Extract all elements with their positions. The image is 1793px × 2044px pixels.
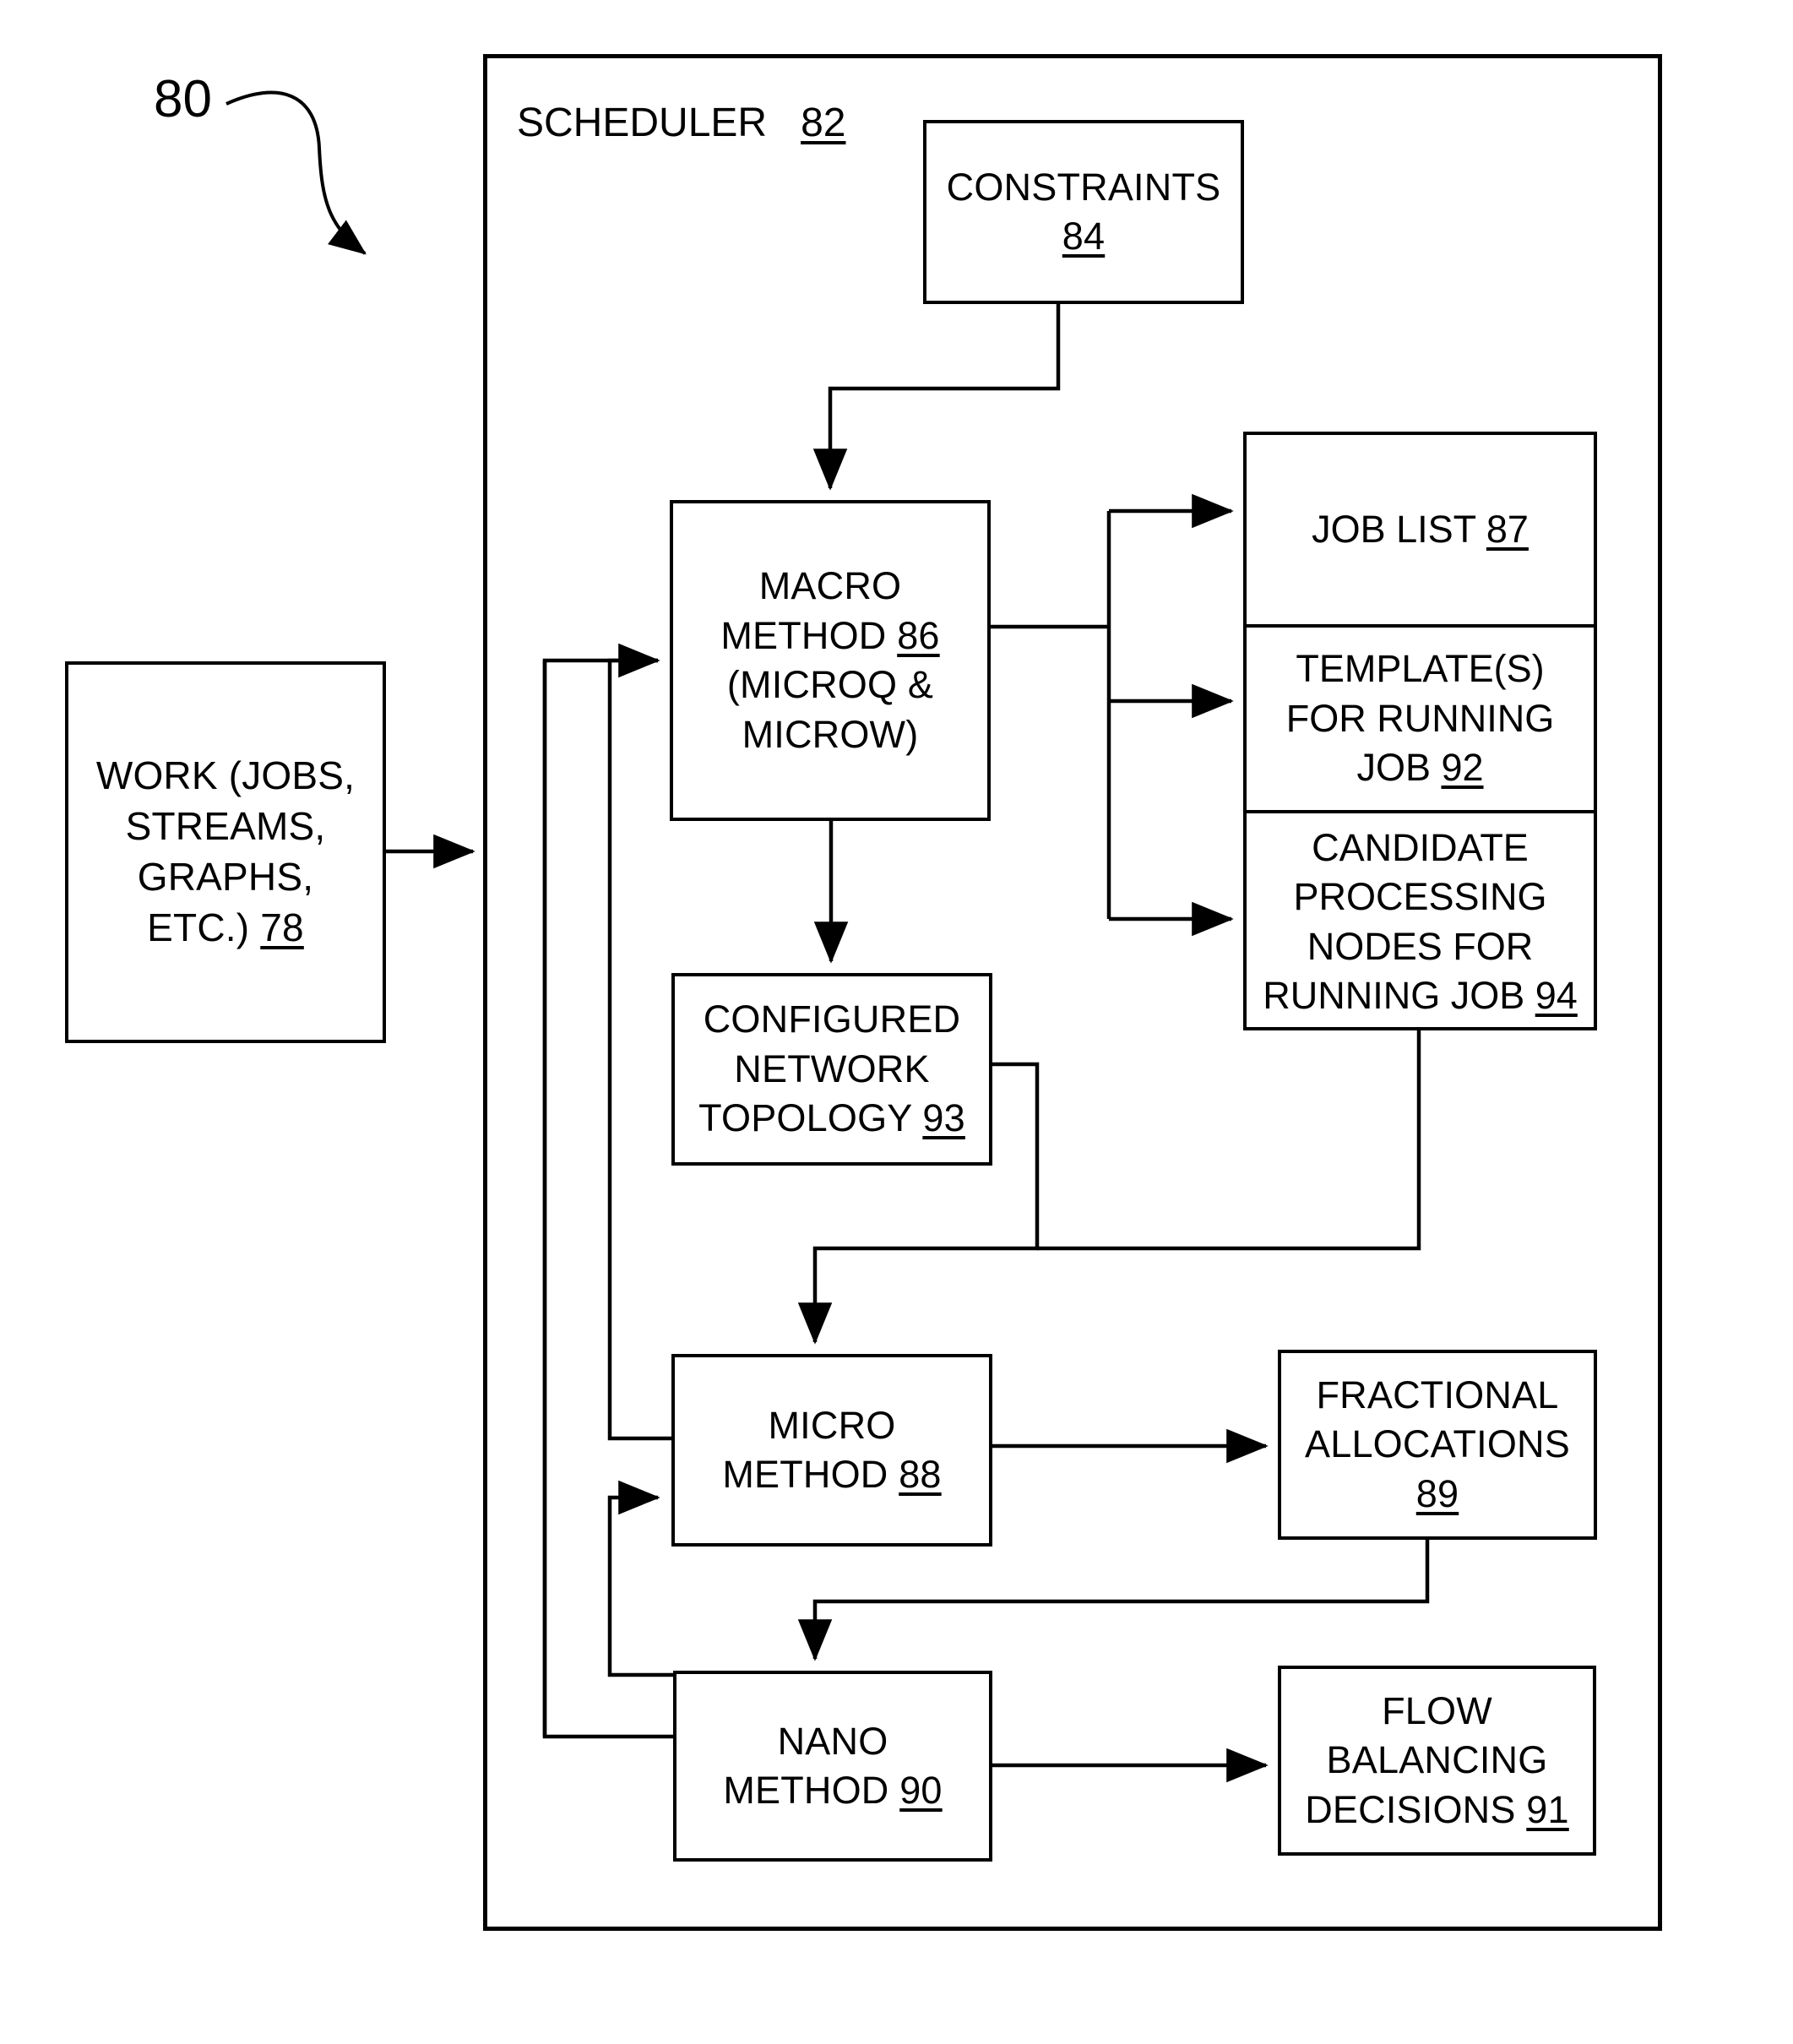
templates-line-3: JOB (1356, 746, 1442, 790)
work-line-3: GRAPHS, (137, 855, 314, 899)
joblist-ref: 87 (1486, 507, 1529, 551)
work-line-4: ETC.) (147, 905, 261, 949)
fractional-ref: 89 (1415, 1471, 1459, 1515)
joblist-line-1: JOB LIST (1312, 507, 1486, 551)
flow-ref: 91 (1526, 1787, 1569, 1831)
candidate-line-2: PROCESSING (1293, 875, 1547, 918)
topology-line-2: NETWORK (734, 1046, 930, 1090)
micro-method-box-text: MICRO METHOD 88 (717, 1401, 946, 1500)
topology-line-3: TOPOLOGY (698, 1096, 923, 1140)
nano-method-box-text: NANO METHOD 90 (718, 1717, 947, 1816)
constraints-box-text: CONSTRAINTS 84 (942, 163, 1226, 262)
nano-method-box: NANO METHOD 90 (673, 1671, 992, 1862)
macro-method-box: MACRO METHOD 86 (MICROQ & MICROW) (670, 500, 991, 821)
macro-outputs-stack: JOB LIST 87 TEMPLATE(S) FOR RUNNING JOB … (1243, 432, 1597, 1030)
configured-network-topology-box-text: CONFIGURED NETWORK TOPOLOGY 93 (693, 995, 970, 1144)
nano-line-1: NANO (777, 1719, 888, 1763)
job-list-cell: JOB LIST 87 (1247, 435, 1594, 624)
candidate-nodes-cell: CANDIDATE PROCESSING NODES FOR RUNNING J… (1247, 810, 1594, 1030)
candidate-nodes-text: CANDIDATE PROCESSING NODES FOR RUNNING J… (1256, 824, 1584, 1021)
micro-method-box: MICRO METHOD 88 (671, 1354, 992, 1547)
work-box-text: WORK (JOBS, STREAMS, GRAPHS, ETC.) 78 (91, 751, 360, 953)
fractional-line-1: FRACTIONAL (1316, 1373, 1559, 1416)
candidate-ref: 94 (1535, 974, 1578, 1017)
micro-line-1: MICRO (768, 1403, 896, 1447)
templates-ref: 92 (1441, 746, 1484, 790)
macro-line-2: METHOD (720, 613, 898, 657)
macro-line-3: (MICROQ & (726, 663, 934, 706)
topology-line-1: CONFIGURED (703, 998, 961, 1041)
candidate-line-4: RUNNING JOB (1263, 974, 1535, 1017)
templates-line-1: TEMPLATE(S) (1296, 647, 1545, 691)
work-box: WORK (JOBS, STREAMS, GRAPHS, ETC.) 78 (65, 661, 386, 1043)
flow-line-3: DECISIONS (1305, 1787, 1527, 1831)
macro-line-4: MICROW) (742, 712, 919, 756)
work-line-2: STREAMS, (125, 804, 326, 849)
figure-canvas: 80 SCHEDULER 82 WORK (JOBS, STREAMS, GRA… (0, 0, 1793, 2044)
work-line-1: WORK (JOBS, (95, 753, 356, 798)
job-list-text: JOB LIST 87 (1305, 505, 1535, 555)
fractional-allocations-box: FRACTIONAL ALLOCATIONS 89 (1278, 1350, 1597, 1540)
micro-line-2: METHOD (722, 1453, 899, 1496)
scheduler-ref: 82 (801, 101, 846, 145)
work-ref: 78 (260, 905, 304, 949)
flow-balancing-decisions-box: FLOW BALANCING DECISIONS 91 (1278, 1666, 1596, 1856)
micro-ref: 88 (899, 1453, 942, 1496)
flow-balancing-decisions-box-text: FLOW BALANCING DECISIONS 91 (1300, 1687, 1574, 1835)
templates-text: TEMPLATE(S) FOR RUNNING JOB 92 (1280, 644, 1561, 793)
candidate-line-1: CANDIDATE (1312, 825, 1529, 869)
reference-lead-arrow (225, 90, 367, 255)
constraints-ref: 84 (1062, 215, 1106, 258)
nano-ref: 90 (899, 1769, 943, 1812)
macro-line-1: MACRO (758, 564, 902, 607)
flow-line-2: BALANCING (1326, 1738, 1548, 1782)
templates-line-2: FOR RUNNING (1285, 696, 1555, 740)
macro-ref: 86 (897, 613, 940, 657)
scheduler-label: SCHEDULER 82 (517, 100, 845, 146)
topology-ref: 93 (922, 1096, 965, 1140)
candidate-line-3: NODES FOR (1307, 924, 1534, 968)
constraints-line-1: CONSTRAINTS (946, 165, 1221, 209)
fractional-line-2: ALLOCATIONS (1305, 1422, 1570, 1466)
constraints-box: CONSTRAINTS 84 (923, 120, 1244, 304)
configured-network-topology-box: CONFIGURED NETWORK TOPOLOGY 93 (671, 973, 992, 1166)
fractional-allocations-box-text: FRACTIONAL ALLOCATIONS 89 (1300, 1371, 1575, 1519)
nano-line-2: METHOD (723, 1769, 900, 1812)
scheduler-label-text: SCHEDULER (517, 101, 768, 145)
macro-method-box-text: MACRO METHOD 86 (MICROQ & MICROW) (715, 562, 944, 759)
templates-cell: TEMPLATE(S) FOR RUNNING JOB 92 (1247, 624, 1594, 810)
figure-reference-numeral: 80 (154, 70, 212, 128)
flow-line-1: FLOW (1382, 1688, 1492, 1732)
